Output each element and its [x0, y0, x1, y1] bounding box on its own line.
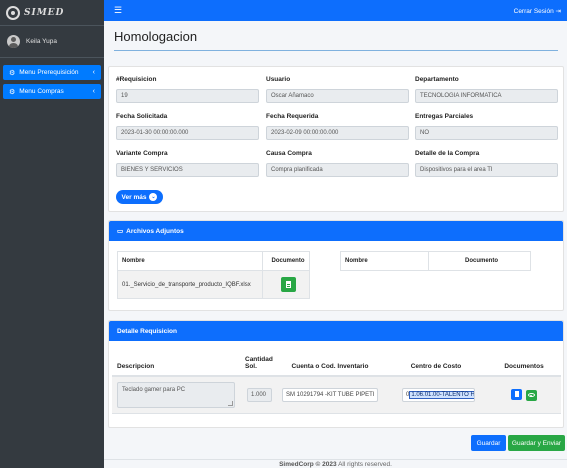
- chevron-left-icon: ‹: [92, 69, 95, 76]
- field-label: Fecha Solicitada: [116, 113, 168, 120]
- attachments-header: ▭ Archivos Adjuntos: [109, 221, 563, 241]
- title-divider: [114, 50, 558, 51]
- avatar: [7, 35, 20, 48]
- ver-mas-label: Ver más: [121, 193, 147, 201]
- field-label: Detalle de la Compra: [415, 150, 480, 157]
- save-button[interactable]: Guardar: [471, 435, 506, 451]
- detalle-compra-field: Dispositivos para el area TI: [415, 163, 558, 177]
- centro-costo-input[interactable]: 0 1.06.01.00-TALENTO H: [402, 387, 475, 402]
- field-label: #Requisicion: [116, 76, 157, 83]
- entregas-parciales-field: NO: [415, 126, 558, 140]
- cantidad-field: 1.000: [247, 387, 272, 402]
- attachments-table-2: Nombre Documento: [340, 251, 531, 271]
- footer-brand: SimedCorp © 2023: [279, 461, 337, 468]
- cuenta-input[interactable]: SM 10291794 -KIT TUBE PIPETI: [282, 387, 378, 402]
- save-and-send-button[interactable]: Guardar y Enviar: [508, 435, 565, 451]
- sidebar-item-compras[interactable]: ⚙ Menu Compras ‹: [3, 84, 101, 99]
- download-file-button[interactable]: [280, 277, 296, 292]
- table-row: 01._Servicio_de_transporte_producto_IQBF…: [117, 270, 310, 299]
- chevron-down-icon: ⌄: [149, 193, 158, 201]
- column-header: Centro de Costo: [385, 343, 487, 377]
- logout-label: Cerrar Sesión: [513, 7, 554, 15]
- sidebar-item-label: Menu Prerequisición: [19, 69, 79, 76]
- column-header: Cuenta o Cod. Inventario: [275, 343, 385, 377]
- departamento-field: TECNOLOGIA INFORMATICA: [415, 89, 558, 103]
- column-header: Nombre: [117, 251, 263, 271]
- sign-out-icon: ⇥: [555, 7, 561, 15]
- fecha-requerida-field: 2023-02-09 00:00:00.000: [266, 126, 409, 140]
- file-icon: [514, 391, 519, 398]
- column-header: Cantidad Sol.: [243, 343, 275, 377]
- footer-rights: All rights reserved.: [336, 461, 392, 468]
- brand-text: SIMED: [24, 7, 65, 18]
- user-name: Keila Yupa: [26, 38, 57, 45]
- main-content: Homologacion #Requisicion 19 Usuario Osc…: [104, 21, 567, 468]
- causa-compra-field: Compra planificada: [266, 163, 409, 177]
- variante-compra-field: BIENES Y SERVICIOS: [116, 163, 259, 177]
- field-label: Departamento: [415, 76, 459, 83]
- detail-card: Detalle Requisicion Descripcion Cantidad…: [108, 320, 564, 428]
- file-button[interactable]: [511, 388, 523, 400]
- brand[interactable]: SIMED: [0, 0, 104, 26]
- field-label: Variante Compra: [116, 150, 168, 157]
- descripcion-textarea: Teclado gamer para PC: [117, 381, 235, 408]
- logout-link[interactable]: Cerrar Sesión ⇥: [514, 7, 561, 15]
- detail-table: Descripcion Cantidad Sol. Cuenta o Cod. …: [112, 343, 561, 414]
- usuario-field: Oscar Añamaco: [266, 89, 409, 103]
- sidebar-item-prerequisicion[interactable]: ⚙ Menu Prerequisición ‹: [3, 65, 101, 80]
- column-header: Documento: [262, 251, 310, 271]
- field-label: Causa Compra: [266, 150, 312, 157]
- page-title: Homologacion: [114, 29, 198, 44]
- column-header: Descripcion: [112, 343, 243, 377]
- fecha-solicitada-field: 2023-01-30 00:00:00.000: [116, 126, 259, 140]
- table-row: Teclado gamer para PC 1.000 SM 10291794 …: [112, 376, 561, 414]
- topbar: ☰ Cerrar Sesión ⇥: [104, 0, 567, 21]
- hamburger-menu-icon[interactable]: ☰: [114, 5, 122, 16]
- footer: SimedCorp © 2023 All rights reserved.: [104, 459, 567, 468]
- file-icon: [285, 281, 291, 288]
- attachments-card: ▭ Archivos Adjuntos Nombre Documento 01.…: [108, 220, 564, 311]
- attachments-title: Archivos Adjuntos: [126, 227, 184, 235]
- requisicion-field: 19: [116, 89, 259, 103]
- requisition-card: #Requisicion 19 Usuario Oscar Añamaco De…: [108, 66, 564, 212]
- field-label: Fecha Requerida: [266, 113, 319, 120]
- attachments-table: Nombre Documento 01._Servicio_de_transpo…: [117, 251, 310, 299]
- chevron-left-icon: ‹: [92, 88, 95, 95]
- column-header: Documentos: [487, 343, 561, 377]
- cogs-icon: ⚙: [9, 88, 16, 96]
- brand-logo-icon: [6, 5, 20, 20]
- sidebar: SIMED Keila Yupa ⚙ Menu Prerequisición ‹…: [0, 0, 104, 468]
- sidebar-item-label: Menu Compras: [19, 88, 64, 95]
- field-label: Usuario: [266, 76, 291, 83]
- column-header: Documento: [428, 251, 531, 271]
- attachment-doc-cell: [262, 270, 310, 299]
- eye-icon: [527, 393, 535, 398]
- detail-header: Detalle Requisicion: [109, 321, 563, 341]
- view-button[interactable]: [525, 389, 537, 401]
- folder-open-icon: ▭: [117, 228, 124, 235]
- ver-mas-button[interactable]: Ver más ⌄: [116, 190, 163, 204]
- attachment-name: 01._Servicio_de_transporte_producto_IQBF…: [117, 270, 263, 299]
- column-header: Nombre: [340, 251, 429, 271]
- field-label: Entregas Parciales: [415, 113, 474, 120]
- centro-costo-selected-text: 1.06.01.00-TALENTO H: [409, 390, 475, 399]
- cogs-icon: ⚙: [9, 69, 16, 77]
- user-panel[interactable]: Keila Yupa: [0, 26, 104, 58]
